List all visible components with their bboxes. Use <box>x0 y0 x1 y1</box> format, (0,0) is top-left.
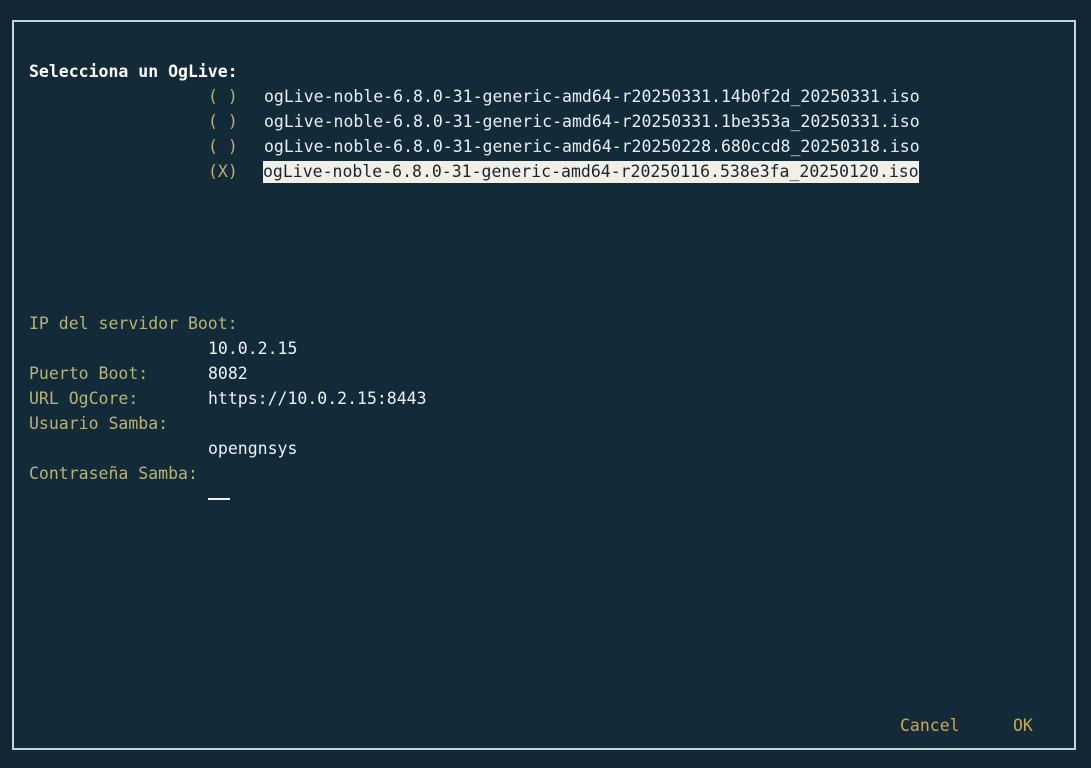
oglive-option-4-selected[interactable]: ogLive-noble-6.8.0-31-generic-amd64-r202… <box>263 161 919 183</box>
radio-mark-4-selected[interactable]: (X) <box>208 161 238 183</box>
ogcore-url-label: URL OgCore: <box>29 389 139 408</box>
boot-port-label: Puerto Boot: <box>29 364 149 383</box>
ogcore-url-field[interactable]: https://10.0.2.15:8443 <box>208 388 427 410</box>
prompt-title: Selecciona un OgLive: <box>29 62 238 81</box>
oglive-option-2[interactable]: ogLive-noble-6.8.0-31-generic-amd64-r202… <box>264 111 920 133</box>
radio-mark-1[interactable]: ( ) <box>208 86 238 108</box>
terminal-screen: Selecciona un OgLive: ( ) ogLive-noble-6… <box>0 0 1091 768</box>
samba-password-field[interactable] <box>208 498 230 500</box>
radio-mark-2[interactable]: ( ) <box>208 111 238 133</box>
boot-ip-field[interactable]: 10.0.2.15 <box>208 338 297 360</box>
oglive-option-1[interactable]: ogLive-noble-6.8.0-31-generic-amd64-r202… <box>264 86 920 108</box>
samba-password-label: Contraseña Samba: <box>29 464 198 483</box>
radio-mark-3[interactable]: ( ) <box>208 136 238 158</box>
cancel-button[interactable]: Cancel <box>900 715 960 737</box>
samba-user-label: Usuario Samba: <box>29 414 169 433</box>
ok-button[interactable]: OK <box>1013 715 1033 737</box>
oglive-option-3[interactable]: ogLive-noble-6.8.0-31-generic-amd64-r202… <box>264 136 920 158</box>
samba-user-field[interactable]: opengnsys <box>208 438 297 460</box>
boot-ip-label: IP del servidor Boot: <box>29 314 238 333</box>
boot-port-field[interactable]: 8082 <box>208 363 248 385</box>
